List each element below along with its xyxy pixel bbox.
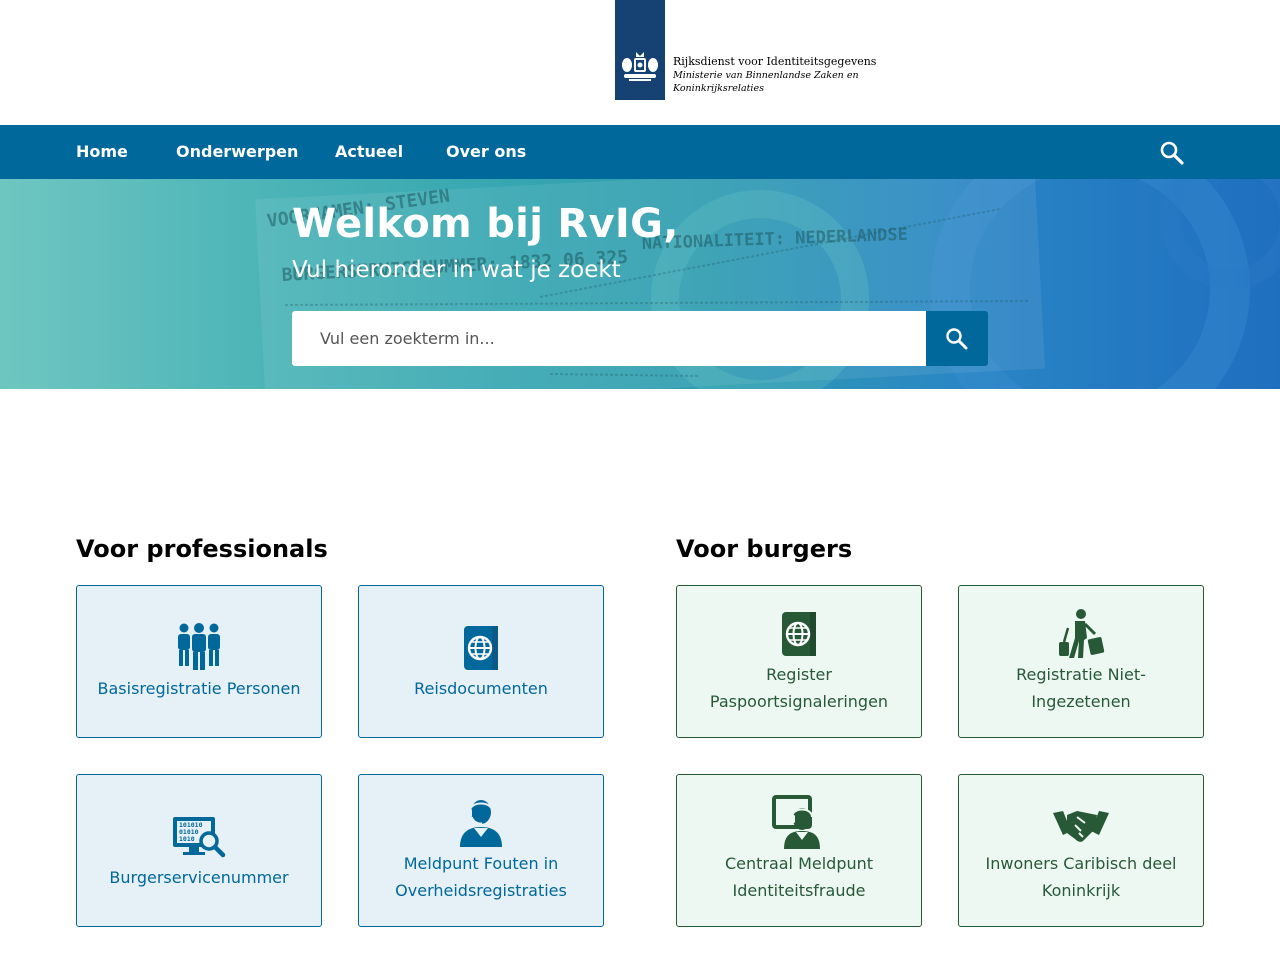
handshake-icon	[1053, 811, 1109, 842]
card-label-line1: Register	[766, 665, 832, 684]
search-submit-button[interactable]	[926, 311, 988, 366]
card-label-line1: Registratie Niet-	[1016, 665, 1146, 684]
card-label-line1: Meldpunt Fouten in	[403, 854, 559, 873]
card-label: Meldpunt Fouten in Overheidsregistraties	[369, 850, 593, 904]
support-agent-icon	[460, 800, 502, 847]
section-title-professionals: Voor professionals	[76, 535, 328, 563]
section-title-citizens: Voor burgers	[676, 535, 853, 563]
nav-search-button[interactable]	[1159, 140, 1185, 166]
ministry-line-2: Koninkrijksrelaties	[673, 83, 764, 94]
card-label: Basisregistratie Personen	[97, 679, 301, 698]
card-label-line1: Inwoners Caribisch deel	[985, 854, 1177, 873]
card-reisdocumenten[interactable]: Reisdocumenten	[358, 585, 604, 738]
nav-item-over-ons[interactable]: Over ons	[446, 125, 526, 179]
card-label: Registratie Niet- Ingezetenen	[969, 661, 1193, 715]
search-icon	[946, 328, 968, 350]
nav-item-actueel[interactable]: Actueel	[335, 125, 403, 179]
coat-of-arms-icon	[622, 52, 658, 81]
hero-banner: VOORNAMEN: STEVEN BURGERSERVICENUMMER: 1…	[0, 179, 1280, 389]
agent-screen-icon	[772, 795, 820, 849]
card-basisregistratie-personen[interactable]: Basisregistratie Personen	[76, 585, 322, 738]
ministry-line-1: Ministerie van Binnenlandse Zaken en	[673, 70, 859, 81]
org-name: Rijksdienst voor Identiteitsgegevens	[673, 55, 877, 68]
card-label-line2: Koninkrijk	[1041, 881, 1121, 900]
monitor-search-icon: 101010010101010	[173, 817, 226, 858]
svg-text:1010: 1010	[179, 835, 195, 843]
hero-title: Welkom bij RvIG,	[292, 201, 679, 247]
card-label-line2: Overheidsregistraties	[395, 881, 567, 900]
card-label: Centraal Meldpunt Identiteitsfraude	[687, 850, 911, 904]
card-registratie-niet-ingezetenen[interactable]: Registratie Niet- Ingezetenen	[958, 585, 1204, 738]
hero-subtitle: Vul hieronder in wat je zoekt	[292, 257, 621, 283]
passport-icon	[464, 626, 498, 670]
search-icon	[1160, 141, 1184, 165]
traveler-luggage-icon	[1059, 609, 1105, 658]
card-label-line2: Ingezetenen	[1031, 692, 1131, 711]
nav-item-onderwerpen[interactable]: Onderwerpen	[176, 125, 298, 179]
card-register-paspoortsignaleringen[interactable]: Register Paspoortsignaleringen	[676, 585, 922, 738]
rijksoverheid-logo[interactable]	[615, 0, 665, 100]
card-label-line2: Paspoortsignaleringen	[709, 692, 889, 711]
card-label: Register Paspoortsignaleringen	[687, 661, 911, 715]
main-navigation: Home Onderwerpen Actueel Over ons	[0, 125, 1280, 179]
card-label-line1: Centraal Meldpunt	[724, 854, 874, 873]
card-centraal-meldpunt-identiteitsfraude[interactable]: Centraal Meldpunt Identiteitsfraude	[676, 774, 922, 927]
nav-item-home[interactable]: Home	[76, 125, 128, 179]
card-label: Inwoners Caribisch deel Koninkrijk	[969, 850, 1193, 904]
logo-text: Rijksdienst voor Identiteitsgegevens Min…	[673, 55, 876, 95]
site-header: Rijksdienst voor Identiteitsgegevens Min…	[0, 0, 1280, 125]
card-label: Reisdocumenten	[414, 679, 548, 698]
card-meldpunt-fouten[interactable]: Meldpunt Fouten in Overheidsregistraties	[358, 774, 604, 927]
card-label-line2: Identiteitsfraude	[732, 881, 866, 900]
search-input[interactable]	[292, 311, 926, 366]
people-group-icon	[178, 623, 220, 670]
passport-icon	[782, 612, 816, 656]
card-burgerservicenummer[interactable]: 101010 01010 1010 Burgerservicenummer	[76, 774, 322, 927]
card-label: Burgerservicenummer	[109, 868, 289, 887]
card-inwoners-caribisch-deel[interactable]: Inwoners Caribisch deel Koninkrijk	[958, 774, 1204, 927]
